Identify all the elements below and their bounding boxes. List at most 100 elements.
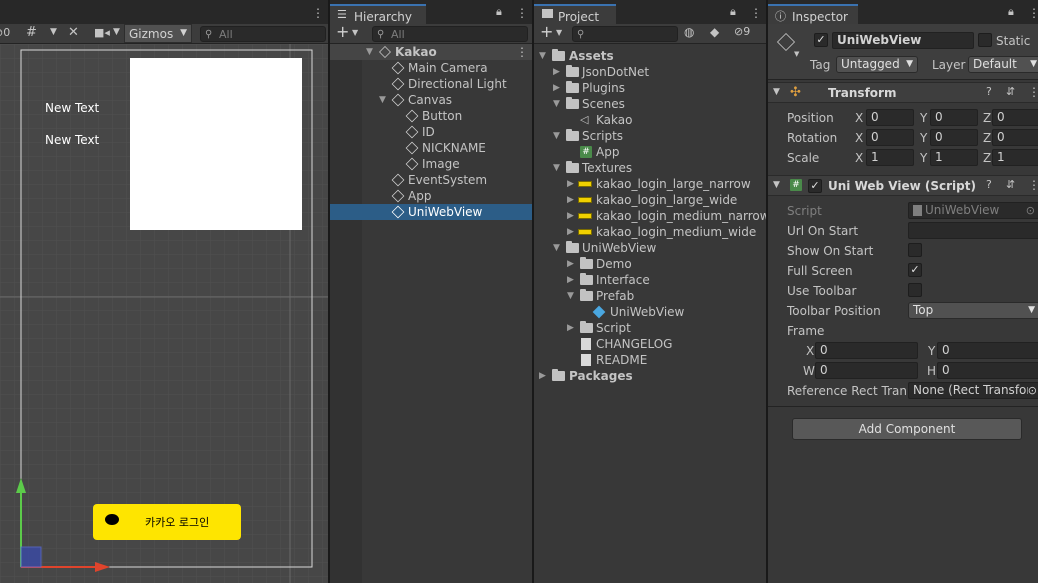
list-item[interactable]: ▶ Packages (534, 368, 766, 384)
tab-project[interactable]: Project (534, 4, 616, 24)
rotation-z-field[interactable]: 0 (992, 129, 1038, 146)
frame-w-field[interactable]: 0 (815, 362, 918, 379)
expand-arrow-icon[interactable]: ▶ (553, 80, 560, 96)
list-item[interactable]: ▼ Assets (534, 48, 766, 64)
list-item[interactable]: UniWebView (534, 304, 766, 320)
list-item[interactable]: EventSystem (330, 172, 532, 188)
expand-arrow-icon[interactable]: ▼ (553, 96, 560, 112)
tools-icon[interactable]: ✕ (68, 25, 79, 40)
frame-x-field[interactable]: 0 (815, 342, 918, 359)
add-icon[interactable]: + (336, 22, 349, 41)
use-toolbar-checkbox[interactable] (908, 283, 922, 297)
rotation-y-field[interactable]: 0 (930, 129, 978, 146)
component-enabled-checkbox[interactable]: ✓ (808, 179, 822, 193)
expand-arrow-icon[interactable]: ▼ (553, 240, 560, 256)
scene-more-menu-icon[interactable]: ⋮ (312, 6, 324, 20)
scale-y-field[interactable]: 1 (930, 149, 978, 166)
expand-arrow-icon[interactable]: ▼ (379, 92, 386, 108)
list-item[interactable]: README (534, 352, 766, 368)
reference-rect-field[interactable]: None (Rect Transfor ⊙ (908, 382, 1038, 399)
image-white-rect[interactable] (130, 58, 302, 230)
id-text[interactable]: New Text (45, 101, 99, 115)
list-item[interactable]: ▼ Scripts (534, 128, 766, 144)
expand-arrow-icon[interactable]: ▶ (567, 192, 574, 208)
list-item[interactable]: ▼ Scenes (534, 96, 766, 112)
position-z-field[interactable]: 0 (992, 109, 1038, 126)
help-icon[interactable]: ? (986, 178, 992, 191)
expand-arrow-icon[interactable]: ▶ (567, 256, 574, 272)
component-menu-icon[interactable]: ⋮ (1028, 85, 1038, 99)
list-item[interactable]: ◁ Kakao (534, 112, 766, 128)
list-item[interactable]: ▶ kakao_login_medium_wide (534, 224, 766, 240)
full-screen-checkbox[interactable]: ✓ (908, 263, 922, 277)
project-search-input[interactable]: ⚲ (572, 26, 678, 42)
expand-arrow-icon[interactable]: ▶ (567, 208, 574, 224)
expand-arrow-icon[interactable]: ▶ (567, 272, 574, 288)
static-checkbox[interactable] (978, 33, 992, 47)
scene-search-input[interactable]: ⚲ All (200, 26, 326, 42)
scale-x-field[interactable]: 1 (866, 149, 914, 166)
tab-inspector[interactable]: ⓘ Inspector (768, 4, 858, 24)
layer-dropdown[interactable]: Default ▼ (968, 56, 1038, 73)
list-item[interactable]: # App (534, 144, 766, 160)
script-component-header[interactable]: ▼ # ✓ Uni Web View (Script) ? ⇵ ⋮ (768, 175, 1038, 196)
add-icon[interactable]: + (540, 22, 553, 41)
hierarchy-more-menu-icon[interactable]: ⋮ (516, 6, 528, 20)
url-on-start-input[interactable] (908, 222, 1038, 239)
show-on-start-checkbox[interactable] (908, 243, 922, 257)
toolbar-position-dropdown[interactable]: Top ▼ (908, 302, 1038, 319)
transform-header[interactable]: ▼ ✣ Transform ? ⇵ ⋮ (768, 82, 1038, 103)
list-item[interactable]: ▼ Canvas (330, 92, 532, 108)
lock-icon[interactable]: 🔒︎ (1008, 5, 1014, 19)
hidden-layers-icon[interactable]: ⊘0 (0, 26, 10, 39)
list-item[interactable]: Main Camera (330, 60, 532, 76)
list-item[interactable]: CHANGELOG (534, 336, 766, 352)
icon-dropdown-icon[interactable]: ▼ (794, 50, 799, 58)
expand-arrow-icon[interactable]: ▼ (553, 160, 560, 176)
position-y-field[interactable]: 0 (930, 109, 978, 126)
active-checkbox[interactable]: ✓ (814, 33, 828, 47)
tag-dropdown[interactable]: Untagged ▼ (836, 56, 918, 73)
gizmos-button[interactable]: Gizmos ▼ (124, 24, 192, 43)
expand-arrow-icon[interactable]: ▶ (567, 176, 574, 192)
grid-dropdown-icon[interactable]: ▼ (50, 27, 57, 37)
list-item[interactable]: ▼ Textures (534, 160, 766, 176)
move-gizmo[interactable] (10, 476, 120, 576)
foldout-arrow-icon[interactable]: ▼ (773, 180, 780, 190)
object-name-input[interactable]: UniWebView (832, 32, 974, 49)
list-item[interactable]: ▶ Demo (534, 256, 766, 272)
hidden-packages-icon[interactable]: ⊘9 (734, 25, 750, 38)
add-dropdown-icon[interactable]: ▼ (352, 28, 358, 37)
position-x-field[interactable]: 0 (866, 109, 914, 126)
inspector-more-menu-icon[interactable]: ⋮ (1028, 6, 1038, 20)
filter-by-type-icon[interactable]: ◍ (684, 25, 694, 39)
expand-arrow-icon[interactable]: ▶ (567, 320, 574, 336)
expand-arrow-icon[interactable]: ▶ (539, 368, 546, 384)
hierarchy-search-input[interactable]: ⚲ All (372, 26, 528, 42)
list-item[interactable]: NICKNAME (330, 140, 532, 156)
grid-snapping-icon[interactable]: # (26, 25, 37, 40)
camera-icon[interactable]: ■◂ (94, 26, 110, 39)
camera-dropdown-icon[interactable]: ▼ (113, 27, 120, 37)
list-item[interactable]: ▶ Script (534, 320, 766, 336)
list-item[interactable]: ▶ JsonDotNet (534, 64, 766, 80)
list-item[interactable]: Directional Light (330, 76, 532, 92)
lock-icon[interactable]: 🔒︎ (730, 5, 736, 19)
tab-hierarchy[interactable]: ☰ Hierarchy (330, 4, 426, 24)
list-item[interactable]: ▶ kakao_login_large_wide (534, 192, 766, 208)
scale-z-field[interactable]: 1 (992, 149, 1038, 166)
preset-icon[interactable]: ⇵ (1006, 178, 1015, 191)
nickname-text[interactable]: New Text (45, 133, 99, 147)
add-component-button[interactable]: Add Component (792, 418, 1022, 440)
rotation-x-field[interactable]: 0 (866, 129, 914, 146)
list-item[interactable]: ▼ Kakao ⋮ (330, 44, 532, 60)
list-item[interactable]: ▼ Prefab (534, 288, 766, 304)
expand-arrow-icon[interactable]: ▼ (567, 288, 574, 304)
foldout-arrow-icon[interactable]: ▼ (773, 87, 780, 97)
frame-y-field[interactable]: 0 (937, 342, 1038, 359)
filter-by-label-icon[interactable]: ◆ (710, 25, 719, 39)
object-picker-icon[interactable]: ⊙ (1027, 383, 1037, 398)
add-dropdown-icon[interactable]: ▼ (556, 28, 562, 37)
item-menu-icon[interactable]: ⋮ (516, 44, 528, 60)
lock-icon[interactable]: 🔒︎ (496, 5, 502, 19)
